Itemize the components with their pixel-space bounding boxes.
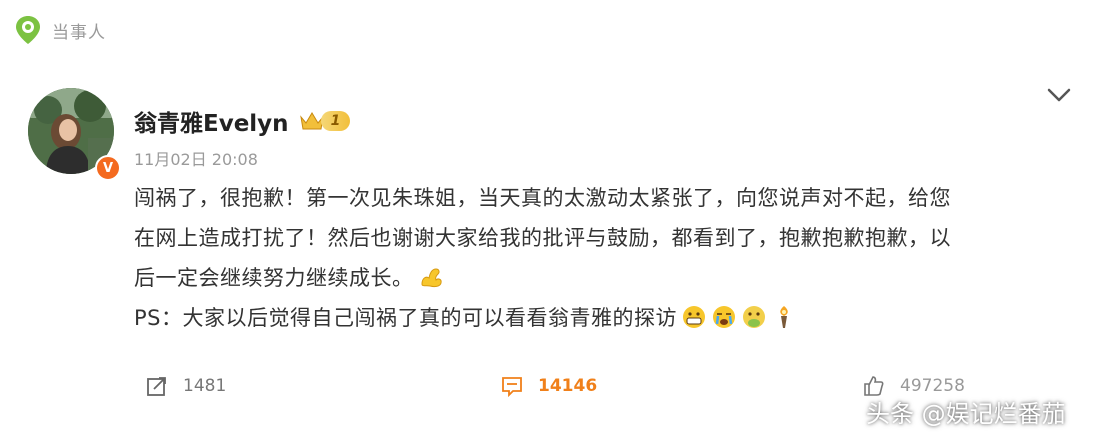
post-line-3-text: 后一定会继续努力继续成长。 <box>134 266 414 290</box>
like-count: 497258 <box>900 376 965 396</box>
post-line-4-text: PS：大家以后觉得自己闯祸了真的可以看看翁青雅的探访 <box>134 306 677 330</box>
post-line-4: PS：大家以后觉得自己闯祸了真的可以看看翁青雅的探访 <box>134 298 1064 338</box>
verified-badge-icon: V <box>95 155 121 181</box>
post-line-3: 后一定会继续努力继续成长。 <box>134 258 1064 298</box>
section-tag: 当事人 <box>14 14 106 46</box>
section-tag-label: 当事人 <box>52 22 106 43</box>
post-timestamp[interactable]: 11月02日 20:08 <box>134 146 258 170</box>
post-body: 闯祸了，很抱歉！第一次见朱珠姐，当天真的太激动太紧张了，向您说声对不起，给您 在… <box>134 178 1064 338</box>
post-line-1: 闯祸了，很抱歉！第一次见朱珠姐，当天真的太激动太紧张了，向您说声对不起，给您 <box>134 186 951 210</box>
nauseated-emoji-icon <box>743 306 765 328</box>
post-line-2: 在网上造成打扰了！然后也谢谢大家给我的批评与鼓励，都看到了，抱歉抱歉抱歉，以 <box>134 226 951 250</box>
chevron-down-icon[interactable] <box>1046 86 1072 104</box>
comment-icon <box>502 377 522 398</box>
flexed-arm-emoji-icon <box>420 268 442 288</box>
repost-icon <box>147 377 166 396</box>
author-name[interactable]: 翁青雅Evelyn <box>134 104 289 138</box>
watermark: 头条 @娱记烂番茄 <box>866 400 1066 428</box>
torch-emoji-icon <box>780 306 788 328</box>
grimace-emoji-icon <box>683 306 705 328</box>
location-pin-icon <box>16 16 40 44</box>
comment-button[interactable]: 14146 <box>500 374 597 398</box>
repost-button[interactable]: 1481 <box>145 374 226 398</box>
comment-count: 14146 <box>538 376 598 396</box>
vip-level-badge[interactable]: 1 <box>299 109 351 133</box>
crying-emoji-icon <box>713 306 735 328</box>
repost-count: 1481 <box>183 376 227 396</box>
vip-level: 1 <box>320 111 351 131</box>
